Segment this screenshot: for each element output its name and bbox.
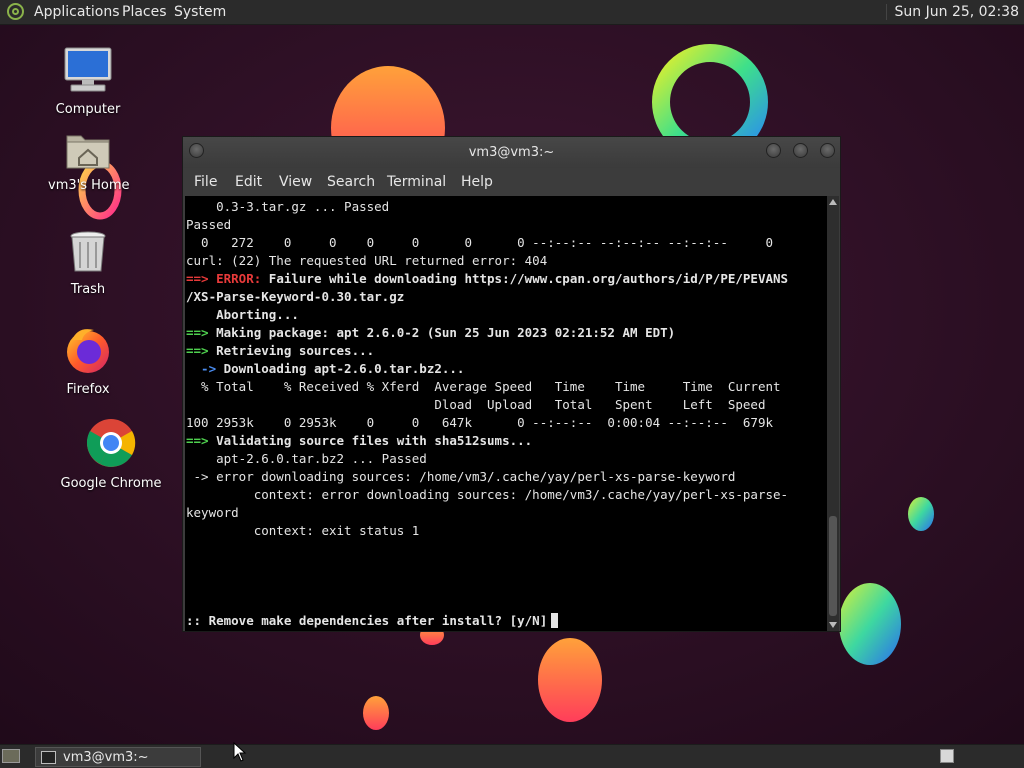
desktop-icon-label: Trash <box>70 282 106 297</box>
terminal-icon <box>41 751 56 764</box>
desktop-icon-firefox[interactable]: Firefox <box>48 326 128 397</box>
menu-edit[interactable]: Edit <box>235 174 262 190</box>
desktop-icon-trash[interactable]: Trash <box>48 230 128 297</box>
firefox-icon <box>67 329 109 373</box>
chrome-icon <box>86 419 136 467</box>
workspace-switcher[interactable] <box>940 749 954 763</box>
terminal-line: % Total % Received % Xferd Average Speed… <box>186 379 781 394</box>
desktop-icon-home[interactable]: vm3's Home <box>48 130 130 193</box>
terminal-prompt-line: :: Remove make dependencies after instal… <box>186 612 559 630</box>
terminal-line: -> error downloading sources: /home/vm3/… <box>186 469 736 484</box>
mouse-pointer-icon <box>233 742 247 762</box>
terminal-line: 0.3-3.tar.gz ... Passed <box>186 199 390 214</box>
terminal-line: 100 2953k 0 2953k 0 0 647k 0 --:--:-- 0:… <box>186 415 773 430</box>
terminal-line: context: exit status 1 <box>186 523 420 538</box>
scroll-down-icon[interactable] <box>829 622 837 628</box>
terminal-line: apt-2.6.0.tar.bz2 ... Passed <box>186 451 427 466</box>
bottom-panel: vm3@vm3:~ <box>0 744 1024 768</box>
desktop-icon-computer[interactable]: Computer <box>48 46 128 117</box>
top-panel: Applications Places System Sun Jun 25, 0… <box>0 0 1024 25</box>
scroll-up-icon[interactable] <box>829 199 837 205</box>
terminal-line: Passed <box>186 217 232 232</box>
terminal-line: ==> Making package: apt 2.6.0-2 (Sun 25 … <box>186 325 676 340</box>
text-cursor <box>551 613 559 628</box>
menu-file[interactable]: File <box>194 174 217 190</box>
window-title: vm3@vm3:~ <box>468 145 555 160</box>
taskbar-button-label: vm3@vm3:~ <box>63 750 149 765</box>
terminal-line: Aborting... <box>186 307 299 322</box>
terminal-output[interactable]: 0.3-3.tar.gz ... Passed Passed 0 272 0 0… <box>185 196 827 631</box>
scrollbar-thumb[interactable] <box>829 516 837 616</box>
desktop-icon-label: Google Chrome <box>60 476 162 491</box>
terminal-line: curl: (22) The requested URL returned er… <box>186 253 548 268</box>
desktop-icon-label: Firefox <box>66 382 110 397</box>
show-desktop-icon[interactable] <box>2 749 20 763</box>
terminal-line: context: error downloading sources: /hom… <box>186 487 789 502</box>
terminal-line: ==> Retrieving sources... <box>186 343 375 358</box>
minimize-button[interactable] <box>766 143 781 158</box>
terminal-line: Dload Upload Total Spent Left Speed <box>186 397 766 412</box>
taskbar-terminal-button[interactable]: vm3@vm3:~ <box>35 747 201 767</box>
menu-places[interactable]: Places <box>122 4 167 20</box>
terminal-line: ==> Validating source files with sha512s… <box>186 433 533 448</box>
menu-view[interactable]: View <box>279 174 312 190</box>
maximize-button[interactable] <box>793 143 808 158</box>
panel-clock[interactable]: Sun Jun 25, 02:38 <box>885 4 1019 20</box>
terminal-line: keyword <box>186 505 239 520</box>
menu-terminal[interactable]: Terminal <box>387 174 446 190</box>
menu-applications[interactable]: Applications <box>34 4 120 20</box>
trash-icon <box>70 231 106 272</box>
terminal-prompt: :: Remove make dependencies after instal… <box>186 613 548 628</box>
desktop-icon-label: Computer <box>55 102 121 117</box>
menu-help[interactable]: Help <box>461 174 493 190</box>
desktop-icon-chrome[interactable]: Google Chrome <box>58 418 164 491</box>
terminal-line: /XS-Parse-Keyword-0.30.tar.gz <box>186 289 405 304</box>
menu-search[interactable]: Search <box>327 174 375 190</box>
computer-icon <box>64 47 112 92</box>
terminal-menubar: File Edit View Search Terminal Help <box>183 168 840 196</box>
desktop-icon-label: vm3's Home <box>48 178 130 193</box>
terminal-line: -> Downloading apt-2.6.0.tar.bz2... <box>186 361 465 376</box>
home-folder-icon <box>66 135 110 169</box>
distro-logo-icon[interactable] <box>7 3 24 20</box>
terminal-scrollbar[interactable] <box>827 196 839 631</box>
terminal-line: ==> ERROR: Failure while downloading htt… <box>186 271 789 286</box>
terminal-window: vm3@vm3:~ File Edit View Search Terminal… <box>182 136 841 632</box>
window-titlebar[interactable]: vm3@vm3:~ <box>183 137 840 168</box>
menu-system[interactable]: System <box>174 4 226 20</box>
terminal-line: 0 272 0 0 0 0 0 0 --:--:-- --:--:-- --:-… <box>186 235 773 250</box>
close-button[interactable] <box>820 143 835 158</box>
